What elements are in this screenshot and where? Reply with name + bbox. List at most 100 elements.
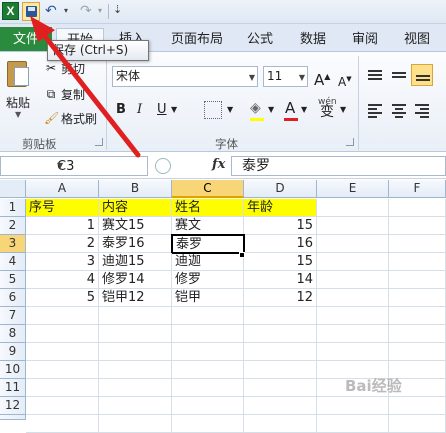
- row-header-1[interactable]: 1: [0, 199, 26, 217]
- italic-button[interactable]: I: [137, 100, 142, 120]
- grid-cell[interactable]: [244, 397, 317, 415]
- row-header-5[interactable]: 5: [0, 271, 26, 289]
- save-button[interactable]: [22, 2, 40, 21]
- tab-review[interactable]: 审阅: [352, 28, 378, 51]
- tab-page-layout[interactable]: 页面布局: [171, 28, 223, 51]
- align-top-button[interactable]: [364, 64, 386, 86]
- row-header-3[interactable]: 3: [0, 235, 26, 253]
- row-header-11[interactable]: 11: [0, 379, 26, 397]
- column-header-a[interactable]: A: [26, 180, 99, 198]
- formula-input[interactable]: 泰罗: [231, 156, 446, 176]
- row-header-4[interactable]: 4: [0, 253, 26, 271]
- tab-data[interactable]: 数据: [300, 28, 326, 51]
- grid-cell[interactable]: [244, 307, 317, 325]
- grid-cell[interactable]: [244, 343, 317, 361]
- grid-cell[interactable]: [172, 361, 244, 379]
- align-left-button[interactable]: [364, 99, 386, 121]
- paste-icon[interactable]: [5, 58, 31, 88]
- phonetic-dropdown-icon[interactable]: ▼: [340, 100, 346, 120]
- grid-cell[interactable]: [317, 397, 389, 415]
- bold-button[interactable]: B: [116, 100, 126, 120]
- grid-cell[interactable]: [99, 343, 172, 361]
- column-header-e[interactable]: E: [317, 180, 389, 198]
- row-header-12[interactable]: 12: [0, 397, 26, 415]
- column-header-c[interactable]: C: [172, 180, 244, 198]
- grid-cell[interactable]: [244, 379, 317, 397]
- excel-logo-icon[interactable]: X: [2, 2, 19, 20]
- font-color-button[interactable]: A: [285, 98, 295, 118]
- align-middle-button[interactable]: [388, 64, 410, 86]
- grid-cell[interactable]: [99, 397, 172, 415]
- borders-dropdown-icon[interactable]: ▼: [227, 100, 233, 120]
- grid-cell[interactable]: [26, 325, 99, 343]
- column-header-b[interactable]: B: [99, 180, 172, 198]
- grid-cell[interactable]: [99, 415, 172, 433]
- cell-c5[interactable]: 修罗: [172, 271, 244, 289]
- grid-cell[interactable]: [389, 199, 446, 217]
- grid-cell[interactable]: [26, 397, 99, 415]
- grid-cell[interactable]: [172, 307, 244, 325]
- cell-a2[interactable]: 1: [26, 217, 99, 235]
- grid-cell[interactable]: [99, 379, 172, 397]
- undo-dropdown-icon[interactable]: ▾: [64, 6, 68, 15]
- grid-cell[interactable]: [317, 325, 389, 343]
- tab-formulas[interactable]: 公式: [247, 28, 273, 51]
- font-size-select[interactable]: 11 ▼: [263, 66, 308, 87]
- row-header-6[interactable]: 6: [0, 289, 26, 307]
- grid-cell[interactable]: [317, 271, 389, 289]
- cell-d4[interactable]: 15: [244, 253, 317, 271]
- row-header-2[interactable]: 2: [0, 217, 26, 235]
- grid-cell[interactable]: [99, 307, 172, 325]
- column-header-f[interactable]: F: [389, 180, 446, 198]
- name-box[interactable]: C3 ▼: [0, 156, 148, 176]
- grid-cell[interactable]: [26, 379, 99, 397]
- cell-b4[interactable]: 迪迦15: [99, 253, 172, 271]
- align-right-button[interactable]: [411, 99, 433, 121]
- row-header-13[interactable]: [0, 415, 26, 420]
- clipboard-launcher-icon[interactable]: [95, 138, 103, 146]
- cell-d3[interactable]: 16: [244, 235, 317, 253]
- row-header-7[interactable]: 7: [0, 307, 26, 325]
- cell-d1[interactable]: 年龄: [244, 199, 317, 217]
- cell-c2[interactable]: 赛文: [172, 217, 244, 235]
- grid-cell[interactable]: [389, 235, 446, 253]
- cell-b1[interactable]: 内容: [99, 199, 172, 217]
- grid-cell[interactable]: [389, 415, 446, 433]
- font-color-dropdown-icon[interactable]: ▼: [301, 100, 307, 120]
- align-center-button[interactable]: [388, 99, 410, 121]
- font-launcher-icon[interactable]: [346, 138, 354, 146]
- grid-cell[interactable]: [389, 271, 446, 289]
- row-header-9[interactable]: 9: [0, 343, 26, 361]
- grid-cell[interactable]: [389, 253, 446, 271]
- grid-cell[interactable]: [389, 217, 446, 235]
- paste-button-label[interactable]: 粘贴: [6, 94, 30, 111]
- grid-cell[interactable]: [172, 379, 244, 397]
- grid-cell[interactable]: [26, 361, 99, 379]
- grid-cell[interactable]: [317, 415, 389, 433]
- tab-view[interactable]: 视图: [404, 28, 430, 51]
- cell-b2[interactable]: 赛文15: [99, 217, 172, 235]
- grid-cell[interactable]: [244, 325, 317, 343]
- paste-dropdown-icon[interactable]: ▼: [15, 110, 21, 119]
- insert-function-button[interactable]: fx: [212, 157, 225, 172]
- redo-dropdown-icon[interactable]: ▾: [98, 6, 102, 15]
- column-header-d[interactable]: D: [244, 180, 317, 198]
- phonetic-guide-button[interactable]: 变: [320, 102, 334, 122]
- cell-a6[interactable]: 5: [26, 289, 99, 307]
- grid-cell[interactable]: [26, 307, 99, 325]
- cut-button[interactable]: ✂ 剪切: [44, 59, 85, 77]
- grid-cell[interactable]: [389, 397, 446, 415]
- grid-cell[interactable]: [389, 325, 446, 343]
- grid-cell[interactable]: [26, 415, 99, 433]
- row-header-10[interactable]: 10: [0, 361, 26, 379]
- grid-cell[interactable]: [317, 307, 389, 325]
- cell-c6[interactable]: 铠甲: [172, 289, 244, 307]
- row-header-8[interactable]: 8: [0, 325, 26, 343]
- grid-cell[interactable]: [317, 217, 389, 235]
- cell-a1[interactable]: 序号: [26, 199, 99, 217]
- customize-qat-button[interactable]: ⇣: [113, 3, 122, 16]
- cell-a5[interactable]: 4: [26, 271, 99, 289]
- cell-d2[interactable]: 15: [244, 217, 317, 235]
- cell-b5[interactable]: 修罗14: [99, 271, 172, 289]
- tab-file[interactable]: 文件: [0, 27, 52, 51]
